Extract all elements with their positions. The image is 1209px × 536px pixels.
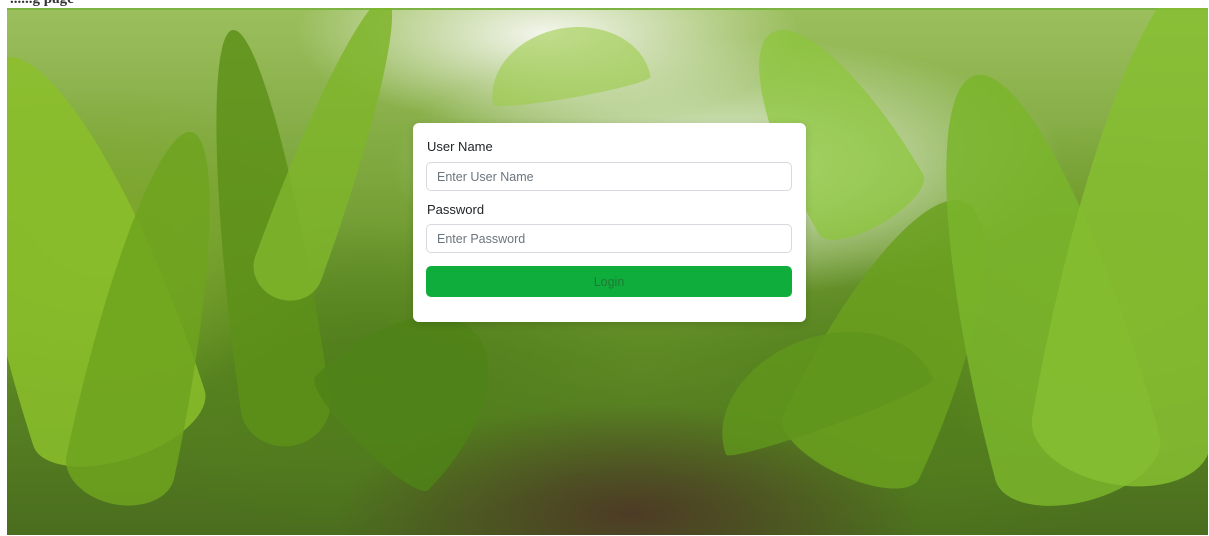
login-card: User Name Password Login: [413, 123, 806, 322]
username-input[interactable]: [426, 162, 792, 191]
cropped-page-title: ......g page: [10, 0, 74, 8]
username-label: User Name: [427, 139, 493, 154]
leaf-shape: [482, 14, 652, 112]
password-input[interactable]: [426, 224, 792, 253]
top-border: [7, 8, 1208, 10]
login-button[interactable]: Login: [426, 266, 792, 297]
login-page: ......g page User Name Password Login: [0, 0, 1209, 536]
password-label: Password: [427, 202, 485, 217]
